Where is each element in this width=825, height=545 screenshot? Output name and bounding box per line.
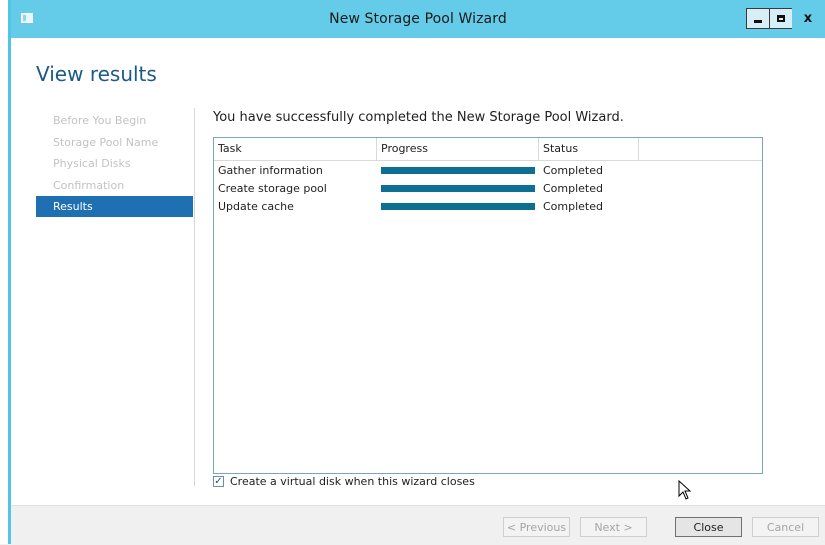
progress-bar-fill bbox=[381, 166, 535, 174]
task-status: Completed bbox=[543, 199, 603, 213]
page-title: View results bbox=[36, 62, 157, 86]
task-status: Completed bbox=[543, 163, 603, 177]
nav-step-results[interactable]: Results bbox=[36, 196, 193, 218]
minimize-button[interactable] bbox=[746, 8, 770, 29]
create-virtual-disk-label[interactable]: Create a virtual disk when this wizard c… bbox=[230, 475, 475, 488]
nav-step-physical-disks[interactable]: Physical Disks bbox=[36, 153, 193, 174]
create-virtual-disk-option[interactable]: ✓ Create a virtual disk when this wizard… bbox=[213, 475, 475, 488]
next-button[interactable]: Next > bbox=[580, 517, 647, 537]
nav-step-storage-pool-name[interactable]: Storage Pool Name bbox=[36, 132, 193, 153]
progress-bar bbox=[381, 202, 535, 210]
progress-bar bbox=[381, 166, 535, 174]
maximize-icon bbox=[777, 15, 785, 22]
desktop-edge bbox=[0, 0, 8, 544]
wizard-window: New Storage Pool Wizard x View results B… bbox=[8, 0, 825, 545]
task-name: Gather information bbox=[218, 163, 323, 177]
task-name: Create storage pool bbox=[218, 181, 327, 195]
minimize-icon bbox=[754, 20, 762, 23]
progress-cell bbox=[377, 184, 539, 192]
task-name: Update cache bbox=[218, 199, 294, 213]
wizard-footer: < Previous Next > Close Cancel bbox=[11, 505, 825, 545]
nav-step-before-you-begin[interactable]: Before You Begin bbox=[36, 110, 193, 131]
table-row[interactable]: Gather information Completed bbox=[214, 161, 762, 179]
summary-message: You have successfully completed the New … bbox=[213, 110, 624, 125]
task-status: Completed bbox=[543, 181, 603, 195]
column-header-status[interactable]: Status bbox=[539, 138, 639, 160]
close-window-button[interactable]: x bbox=[792, 8, 824, 29]
close-icon: x bbox=[803, 11, 813, 26]
wizard-step-nav: Before You Begin Storage Pool Name Physi… bbox=[36, 110, 193, 218]
previous-button[interactable]: < Previous bbox=[503, 517, 570, 537]
progress-bar-fill bbox=[381, 184, 535, 192]
column-header-empty bbox=[639, 138, 762, 160]
table-header: Task Progress Status bbox=[214, 138, 762, 161]
progress-cell bbox=[377, 166, 539, 174]
column-header-progress[interactable]: Progress bbox=[377, 138, 539, 160]
nav-divider bbox=[194, 108, 195, 486]
progress-bar-fill bbox=[381, 202, 535, 210]
progress-bar bbox=[381, 184, 535, 192]
maximize-button[interactable] bbox=[769, 8, 793, 29]
close-button[interactable]: Close bbox=[675, 517, 742, 537]
nav-step-confirmation[interactable]: Confirmation bbox=[36, 175, 193, 196]
window-title: New Storage Pool Wizard bbox=[329, 11, 507, 27]
cancel-button[interactable]: Cancel bbox=[752, 517, 819, 537]
table-row[interactable]: Update cache Completed bbox=[214, 197, 762, 215]
checkmark-icon: ✓ bbox=[214, 475, 223, 487]
progress-cell bbox=[377, 202, 539, 210]
title-bar[interactable]: New Storage Pool Wizard x bbox=[11, 0, 825, 38]
mouse-cursor-icon bbox=[678, 480, 692, 500]
column-header-task[interactable]: Task bbox=[214, 138, 377, 160]
create-virtual-disk-checkbox[interactable]: ✓ bbox=[213, 476, 224, 487]
results-table: Task Progress Status Gather information … bbox=[213, 137, 763, 474]
table-row[interactable]: Create storage pool Completed bbox=[214, 179, 762, 197]
